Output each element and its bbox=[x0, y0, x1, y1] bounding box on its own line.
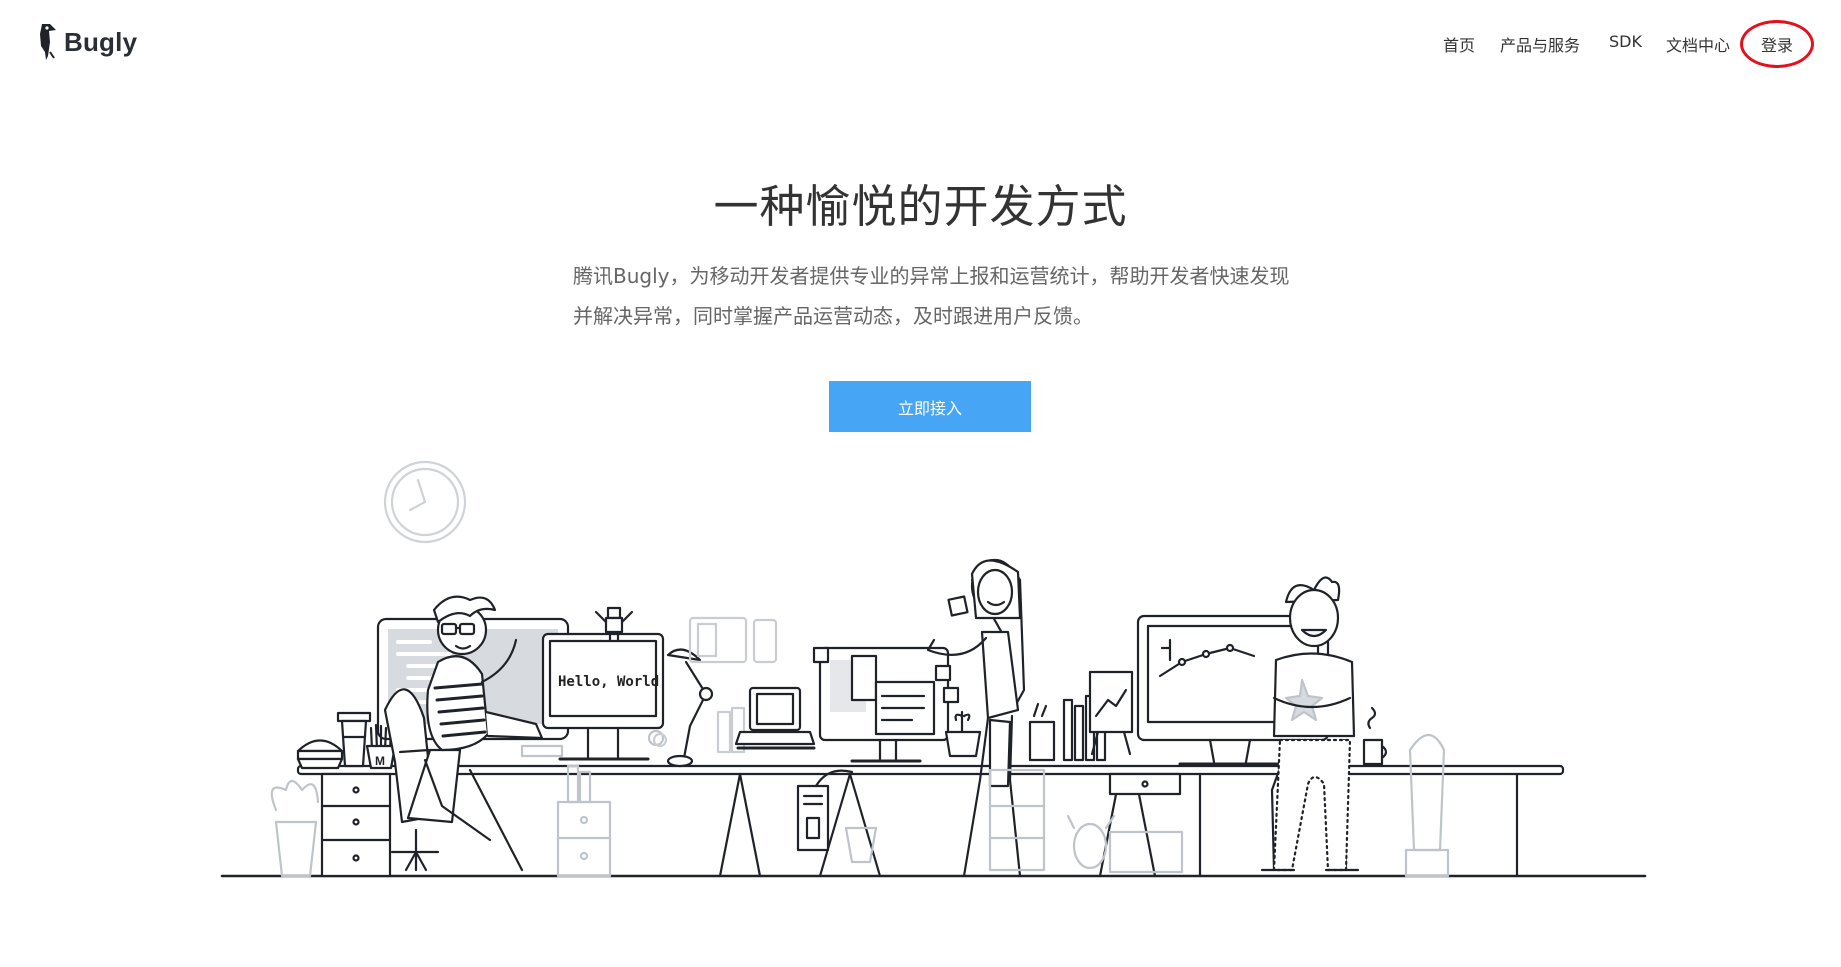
hero-description: 腾讯Bugly，为移动开发者提供专业的异常上报和运营统计，帮助开发者快速发现 并… bbox=[573, 256, 1293, 336]
office-illustration: M Hello, World bbox=[220, 460, 1647, 878]
laptop-icon bbox=[734, 686, 816, 750]
hero-description-line-1: 腾讯Bugly，为移动开发者提供专业的异常上报和运营统计，帮助开发者快速发现 bbox=[573, 264, 1290, 288]
pc-tower-icon bbox=[796, 769, 854, 852]
right-drawer-cabinet bbox=[1108, 772, 1182, 796]
left-drawer-cabinet bbox=[320, 772, 392, 878]
top-header: Bugly 首页 产品与服务 SDK 文档中心 登录 bbox=[0, 0, 1841, 86]
nav-docs[interactable]: 文档中心 bbox=[1666, 32, 1730, 56]
cactus-plant-icon bbox=[944, 710, 982, 758]
bugly-logo[interactable]: Bugly bbox=[36, 22, 137, 62]
tower-fan-icon bbox=[1404, 733, 1450, 878]
center-monitor bbox=[812, 646, 960, 763]
desk-lamp-icon bbox=[666, 648, 714, 768]
hello-world-monitor: Hello, World bbox=[541, 632, 665, 761]
woodpecker-icon bbox=[40, 24, 56, 60]
bag-letter: M bbox=[375, 754, 385, 768]
nav-sdk[interactable]: SDK bbox=[1609, 32, 1642, 51]
background-plant-icon bbox=[270, 779, 320, 878]
monitor-code-text: Hello, World bbox=[558, 674, 659, 690]
start-integration-button[interactable]: 立即接入 bbox=[829, 381, 1031, 432]
desk-top bbox=[296, 764, 1565, 776]
background-mascot-icon bbox=[1066, 814, 1184, 874]
hero-description-line-2: 并解决异常，同时掌握产品运营动态，及时跟进用户反馈。 bbox=[573, 304, 1093, 328]
wall-clock-icon bbox=[383, 460, 467, 544]
nav-products-services[interactable]: 产品与服务 bbox=[1500, 32, 1580, 56]
burger-icon bbox=[296, 739, 344, 770]
nav-home[interactable]: 首页 bbox=[1443, 32, 1475, 56]
brand-name: Bugly bbox=[64, 26, 138, 57]
chart-board-icon bbox=[1088, 670, 1134, 756]
nav-login[interactable]: 登录 bbox=[1739, 20, 1815, 68]
background-cabinet-icon bbox=[556, 764, 612, 878]
hero-title: 一种愉悦的开发方式 bbox=[713, 180, 1128, 233]
mug-icon bbox=[1362, 706, 1388, 766]
